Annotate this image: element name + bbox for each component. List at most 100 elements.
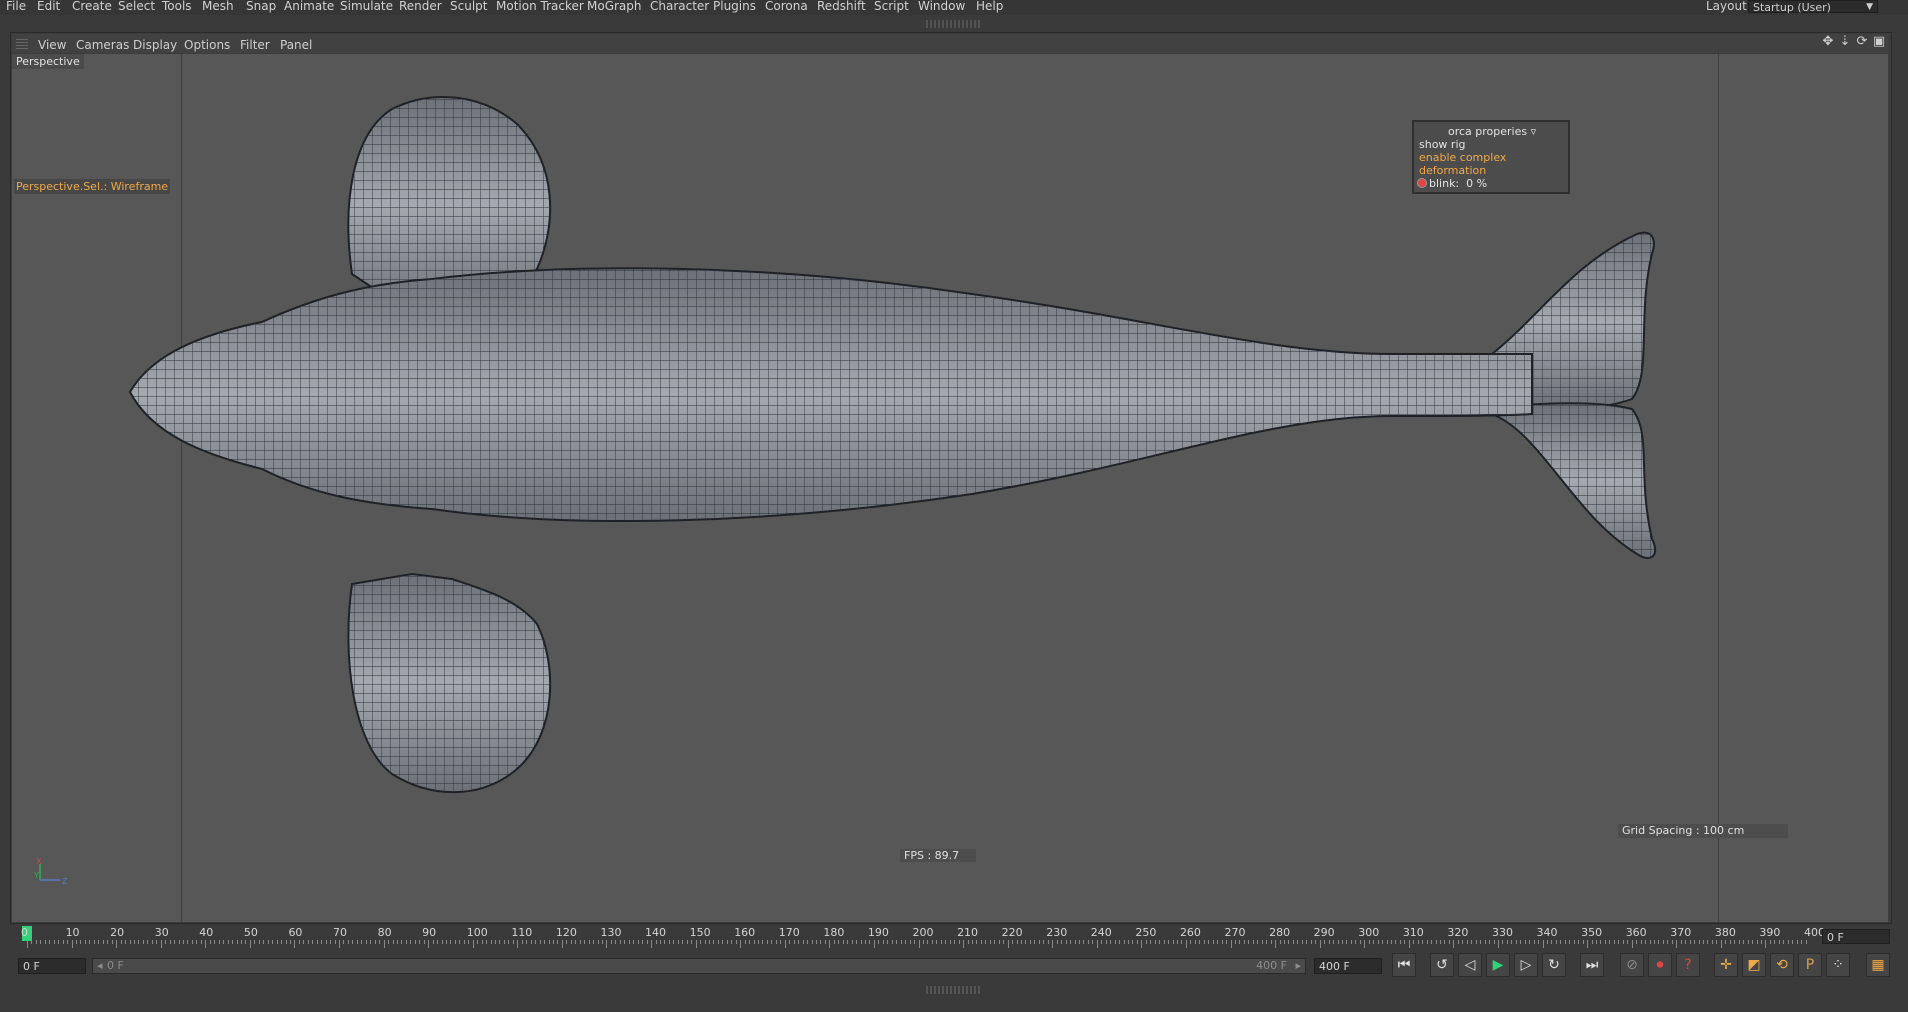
timeline-tick <box>1386 940 1388 944</box>
menu-snap[interactable]: Snap <box>246 0 276 13</box>
end-frame-field[interactable]: 400 F <box>1314 958 1382 974</box>
start-frame-field[interactable]: 0 F <box>18 958 86 974</box>
timeline-tick <box>717 940 719 944</box>
timeline-tick-label: 390 <box>1759 926 1781 939</box>
vp-menu-display[interactable]: Display <box>133 38 177 52</box>
menu-redshift[interactable]: Redshift <box>817 0 866 13</box>
timeline-tick <box>1703 940 1705 944</box>
menu-edit[interactable]: Edit <box>37 0 60 13</box>
menu-character[interactable]: Character <box>650 0 709 13</box>
range-start-arrow-icon[interactable]: ◂ <box>97 959 103 973</box>
range-end-arrow-icon[interactable]: ▸ <box>1295 959 1301 973</box>
previous-frame-button[interactable]: ◁ <box>1458 953 1482 977</box>
timeline-tick <box>1324 940 1326 944</box>
timeline-tick <box>1760 940 1762 944</box>
menu-animate[interactable]: Animate <box>284 0 334 13</box>
timeline-tick <box>686 940 688 944</box>
next-frame-button[interactable]: ▷ <box>1514 953 1538 977</box>
autokey-button[interactable]: ? <box>1676 953 1700 977</box>
timeline-tick <box>276 940 278 944</box>
menu-tools[interactable]: Tools <box>162 0 192 13</box>
timeline-tick <box>240 940 242 944</box>
timeline-tick <box>1382 940 1384 944</box>
move-view-icon[interactable]: ✥ <box>1821 35 1835 49</box>
timeline-tick <box>1043 940 1045 944</box>
timeline-tick <box>298 940 300 944</box>
timeline-tick <box>1680 940 1682 944</box>
current-frame-field[interactable]: 0 F <box>1822 929 1890 944</box>
next-key-button[interactable]: ↻ <box>1542 953 1566 977</box>
keyframe-record-icon[interactable] <box>1417 178 1427 188</box>
key-pla-button[interactable]: ⁘ <box>1826 953 1850 977</box>
blink-slider[interactable]: blink: 0 % <box>1417 177 1487 190</box>
scheme-button[interactable]: ▦ <box>1866 953 1890 977</box>
key-scale-button[interactable]: ◩ <box>1742 953 1766 977</box>
perspective-viewport[interactable]: Perspective Perspective.Sel.: Wireframe … <box>12 54 1888 922</box>
show-rig-toggle[interactable]: show rig <box>1419 138 1466 151</box>
menu-select[interactable]: Select <box>118 0 155 13</box>
timeline-tick <box>521 940 523 944</box>
zoom-view-icon[interactable]: ⇣ <box>1838 35 1852 49</box>
timeline-tick <box>793 940 795 944</box>
timeline-tick <box>512 940 514 944</box>
menu-window[interactable]: Window <box>918 0 965 13</box>
timeline-tick <box>1306 940 1308 944</box>
vp-menu-panel[interactable]: Panel <box>280 38 312 52</box>
complex-deformation-toggle[interactable]: enable complex deformation <box>1419 151 1568 177</box>
orca-properties-hud[interactable]: orca properies ▿ show rig enable complex… <box>1412 120 1570 194</box>
next-key-icon: ↻ <box>1548 957 1560 973</box>
go-to-end-button[interactable]: ⏭ <box>1580 953 1604 977</box>
timeline-tick-label: 210 <box>957 926 979 939</box>
timeline-tick <box>1480 940 1482 944</box>
hud-title[interactable]: orca properies ▿ <box>1448 125 1536 138</box>
timeline-tick <box>1315 940 1317 944</box>
bottom-resize-grip[interactable] <box>926 986 982 994</box>
timeline-tick <box>44 940 46 944</box>
menu-script[interactable]: Script <box>874 0 909 13</box>
maximize-view-icon[interactable]: ▣ <box>1872 35 1886 49</box>
vp-menu-view[interactable]: View <box>38 38 66 52</box>
menu-corona[interactable]: Corona <box>765 0 808 13</box>
key-position-button[interactable]: ✛ <box>1714 953 1738 977</box>
timeline-tick <box>566 940 568 944</box>
preview-range-slider[interactable]: ◂ 0 F 400 F ▸ <box>92 958 1306 974</box>
timeline-tick <box>530 940 532 944</box>
timeline-tick <box>40 940 42 944</box>
vp-menu-filter[interactable]: Filter <box>240 38 270 52</box>
record-keys-button[interactable]: ⏺ <box>1648 953 1672 977</box>
timeline-tick <box>1653 940 1655 944</box>
menu-mesh[interactable]: Mesh <box>202 0 234 13</box>
menu-help[interactable]: Help <box>976 0 1003 13</box>
panel-grip-icon[interactable] <box>16 37 28 49</box>
panel-resize-grip[interactable] <box>926 20 982 28</box>
menu-render[interactable]: Render <box>399 0 442 13</box>
timeline-tick <box>1275 940 1277 948</box>
timeline-tick <box>1373 940 1375 944</box>
motion-record-button[interactable]: ⊘ <box>1620 953 1644 977</box>
layout-dropdown[interactable]: Startup (User) ▼ <box>1748 0 1878 14</box>
timeline-tick <box>896 940 898 944</box>
timeline-tick <box>700 940 702 944</box>
menu-motion-tracker[interactable]: Motion Tracker <box>496 0 584 13</box>
previous-key-button[interactable]: ↺ <box>1430 953 1454 977</box>
timeline-tick <box>1052 940 1054 948</box>
key-parameter-button[interactable]: P <box>1798 953 1822 977</box>
vp-menu-options[interactable]: Options <box>184 38 230 52</box>
orca-wireframe-model[interactable] <box>12 54 1888 922</box>
timeline-tick <box>1596 940 1598 944</box>
orca-body <box>128 267 1533 522</box>
go-to-start-button[interactable]: ⏮ <box>1392 953 1416 977</box>
menu-create[interactable]: Create <box>72 0 112 13</box>
key-rotation-button[interactable]: ⟲ <box>1770 953 1794 977</box>
timeline-tick <box>682 940 684 944</box>
menu-mograph[interactable]: MoGraph <box>587 0 642 13</box>
play-button[interactable]: ▶ <box>1486 953 1510 977</box>
menu-sculpt[interactable]: Sculpt <box>450 0 487 13</box>
timeline-tick <box>1765 940 1767 948</box>
vp-menu-cameras[interactable]: Cameras <box>76 38 129 52</box>
timeline-tick <box>1217 940 1219 944</box>
menu-simulate[interactable]: Simulate <box>340 0 393 13</box>
menu-file[interactable]: File <box>6 0 26 13</box>
menu-plugins[interactable]: Plugins <box>713 0 756 13</box>
rotate-view-icon[interactable]: ⟳ <box>1855 35 1869 49</box>
